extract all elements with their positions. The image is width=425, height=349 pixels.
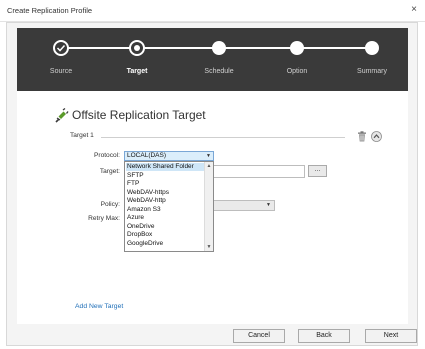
step-target-icon[interactable] <box>129 40 145 56</box>
wizard-track <box>53 40 379 56</box>
policy-label: Policy: <box>100 201 120 208</box>
step-label-target: Target <box>126 68 148 75</box>
next-button[interactable]: Next <box>365 329 417 343</box>
step-label-source: Source <box>49 68 73 75</box>
plug-icon <box>55 108 69 123</box>
add-new-target-link[interactable]: Add New Target <box>75 303 123 310</box>
protocol-option-azure[interactable]: Azure <box>126 214 144 222</box>
protocol-label: Protocol: <box>93 152 120 159</box>
trash-icon[interactable] <box>357 131 367 142</box>
wizard-progress: Source Target Schedule Option Summary <box>17 28 408 91</box>
retry-max-label: Retry Max: <box>88 215 120 222</box>
close-icon[interactable]: × <box>408 4 420 16</box>
target-field-label: Target: <box>99 168 120 175</box>
protocol-option-dropbox[interactable]: DropBox <box>126 231 152 239</box>
protocol-option-network-shared-folder[interactable]: Network Shared Folder <box>126 163 204 171</box>
section-title: Offsite Replication Target <box>72 108 206 122</box>
step-option-icon[interactable] <box>290 41 304 55</box>
protocol-option-webdav-https[interactable]: WebDAV-https <box>126 189 169 197</box>
chevron-down-icon[interactable]: ▼ <box>266 202 271 208</box>
protocol-option-ftp[interactable]: FTP <box>126 180 139 188</box>
protocol-option-sftp[interactable]: SFTP <box>126 172 144 180</box>
chevron-down-icon[interactable]: ▼ <box>206 152 211 160</box>
target-divider <box>101 137 345 138</box>
title-bar: Create Replication Profile × <box>0 0 425 22</box>
step-schedule-icon[interactable] <box>212 41 226 55</box>
step-label-schedule: Schedule <box>204 68 234 75</box>
protocol-dropdown-list[interactable]: Network Shared Folder SFTP FTP WebDAV-ht… <box>124 161 214 252</box>
protocol-select[interactable]: LOCAL(DAS) ▼ <box>124 151 214 161</box>
scroll-up-icon[interactable]: ▲ <box>205 162 213 170</box>
step-label-option: Option <box>286 68 308 75</box>
scroll-down-icon[interactable]: ▼ <box>205 243 213 251</box>
target-label: Target 1 <box>70 132 94 139</box>
policy-select[interactable]: ▼ <box>210 200 275 211</box>
target-path-input[interactable] <box>210 165 305 178</box>
protocol-option-amazon-s3[interactable]: Amazon S3 <box>126 206 161 214</box>
back-button[interactable]: Back <box>298 329 350 343</box>
cancel-button[interactable]: Cancel <box>233 329 285 343</box>
target-header: Target 1 <box>70 131 392 143</box>
window-title: Create Replication Profile <box>7 6 93 15</box>
step-label-summary: Summary <box>357 68 387 75</box>
protocol-value: LOCAL(DAS) <box>127 152 167 159</box>
step-source-icon[interactable] <box>53 40 69 56</box>
collapse-icon[interactable] <box>371 131 382 142</box>
dropdown-scrollbar[interactable]: ▲ ▼ <box>204 162 213 251</box>
browse-button[interactable]: ... <box>308 165 327 177</box>
protocol-option-onedrive[interactable]: OneDrive <box>126 223 154 231</box>
protocol-option-webdav-http[interactable]: WebDAV-http <box>126 197 166 205</box>
protocol-option-googledrive[interactable]: GoogleDrive <box>126 240 163 248</box>
step-summary-icon[interactable] <box>365 41 379 55</box>
